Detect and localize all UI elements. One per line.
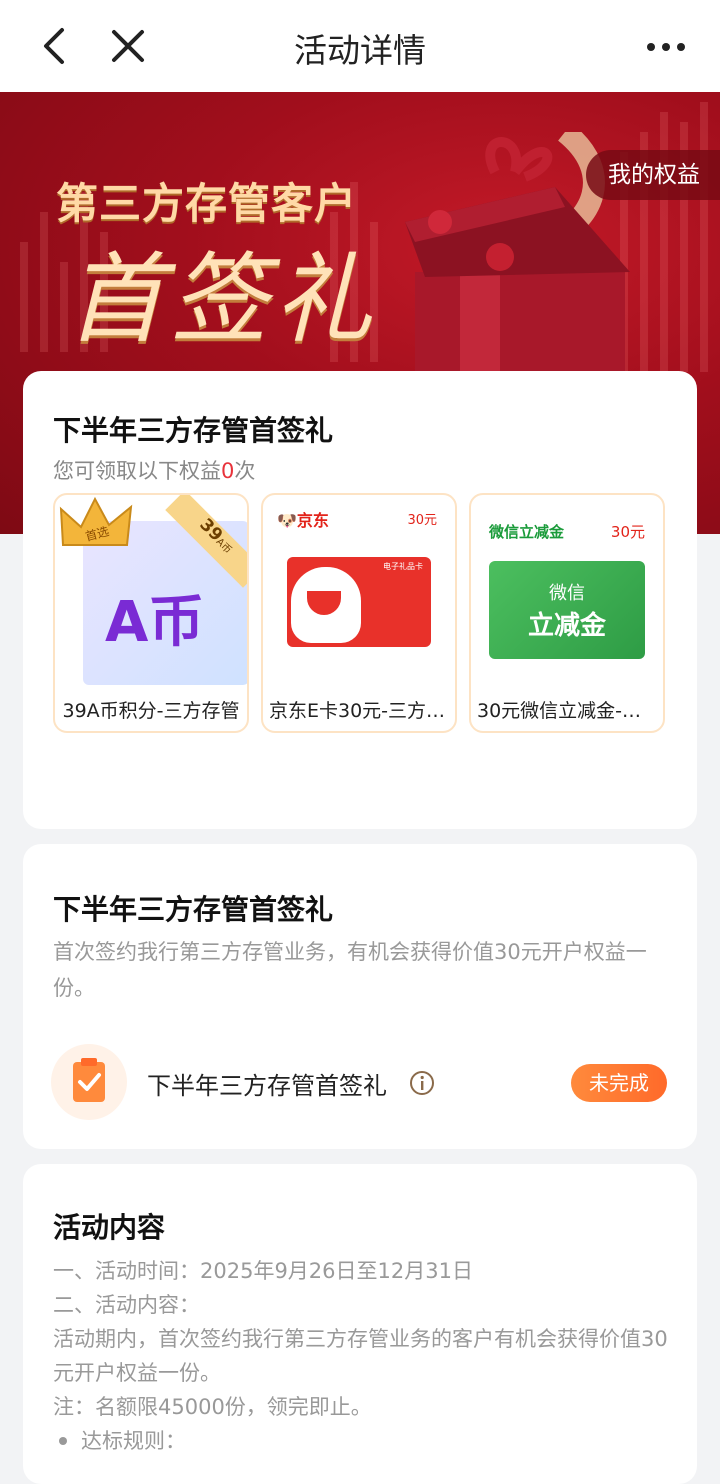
wechat-price: 30元 bbox=[610, 523, 645, 541]
subtitle-suffix: 次 bbox=[234, 459, 256, 483]
reward-item-wechat[interactable]: 微信立减金 30元 微信 立减金 30元微信立减金-三方存管 bbox=[469, 493, 665, 733]
content-card-title: 活动内容 bbox=[53, 1211, 166, 1244]
task-card: 下半年三方存管首签礼 首次签约我行第三方存管业务，有机会获得价值30元开户权益一… bbox=[23, 844, 697, 1149]
rules-bullet: 达标规则： bbox=[53, 1424, 683, 1458]
activity-time: 一、活动时间：2025年9月26日至12月31日 bbox=[53, 1259, 473, 1283]
banner-title: 首签礼 bbox=[66, 243, 379, 357]
wechat-card-image: 微信 立减金 bbox=[489, 561, 645, 659]
a-coin-logo-text: A币 bbox=[105, 590, 205, 655]
activity-note: 注：名额限45000份，领完即止。 bbox=[53, 1395, 372, 1419]
rewards-subtitle: 您可领取以下权益0次 bbox=[53, 455, 255, 485]
jd-dog-icon: 🐶 bbox=[277, 511, 297, 530]
task-card-title: 下半年三方存管首签礼 bbox=[53, 893, 334, 926]
content-body: 一、活动时间：2025年9月26日至12月31日 二、活动内容： 活动期内，首次… bbox=[53, 1254, 683, 1458]
jd-brand-text: 京东 bbox=[296, 511, 329, 530]
reward-item-jd-card[interactable]: 🐶京东 30元 电子礼品卡 京东E卡30元-三方存管 bbox=[261, 493, 457, 733]
rewards-card-title: 下半年三方存管首签礼 bbox=[53, 414, 334, 447]
wechat-card-line1: 微信 bbox=[549, 583, 585, 604]
rules-bullet-text: 达标规则： bbox=[81, 1429, 186, 1453]
task-label: 下半年三方存管首签礼 bbox=[147, 1072, 387, 1100]
jd-price: 30元 bbox=[407, 513, 437, 528]
activity-content-heading: 二、活动内容： bbox=[53, 1293, 200, 1317]
my-rights-button[interactable]: 我的权益 bbox=[586, 150, 720, 200]
task-description: 首次签约我行第三方存管业务，有机会获得价值30元开户权益一份。 bbox=[53, 940, 647, 1000]
wechat-brand: 微信立减金 bbox=[489, 523, 565, 541]
jd-card-tag: 电子礼品卡 bbox=[383, 562, 423, 571]
wechat-card-line2: 立减金 bbox=[527, 611, 606, 641]
page-title: 活动详情 bbox=[294, 31, 426, 70]
top-nav-bar: 活动详情 bbox=[0, 0, 720, 92]
activity-content-card: 活动内容 一、活动时间：2025年9月26日至12月31日 二、活动内容： 活动… bbox=[23, 1164, 697, 1484]
remaining-count: 0 bbox=[221, 459, 235, 483]
subtitle-prefix: 您可领取以下权益 bbox=[53, 459, 221, 483]
more-dots-icon[interactable] bbox=[646, 40, 686, 54]
reward-item-label: 39A币积分-三方存管 bbox=[62, 700, 240, 722]
reward-item-a-coin[interactable]: 首选 39A币 A币 39A币积分-三方存管 bbox=[53, 493, 249, 733]
task-clipboard-icon bbox=[51, 1044, 127, 1120]
rewards-card: 下半年三方存管首签礼 您可领取以下权益0次 首选 39A币 A币 39A币积分-… bbox=[23, 371, 697, 829]
reward-item-label: 30元微信立减金-三方存管 bbox=[477, 700, 663, 722]
jd-card-image: 电子礼品卡 bbox=[287, 557, 431, 647]
activity-content-text: 活动期内，首次签约我行第三方存管业务的客户有机会获得价值30元开户权益一份。 bbox=[53, 1327, 668, 1385]
jd-brand: 🐶京东 bbox=[277, 507, 329, 531]
bullet-dot bbox=[59, 1437, 67, 1445]
corner-unit: A币 bbox=[213, 536, 234, 557]
info-icon[interactable] bbox=[409, 1070, 435, 1096]
reward-item-label: 京东E卡30元-三方存管 bbox=[269, 700, 455, 722]
task-status-button[interactable]: 未完成 bbox=[571, 1064, 667, 1102]
